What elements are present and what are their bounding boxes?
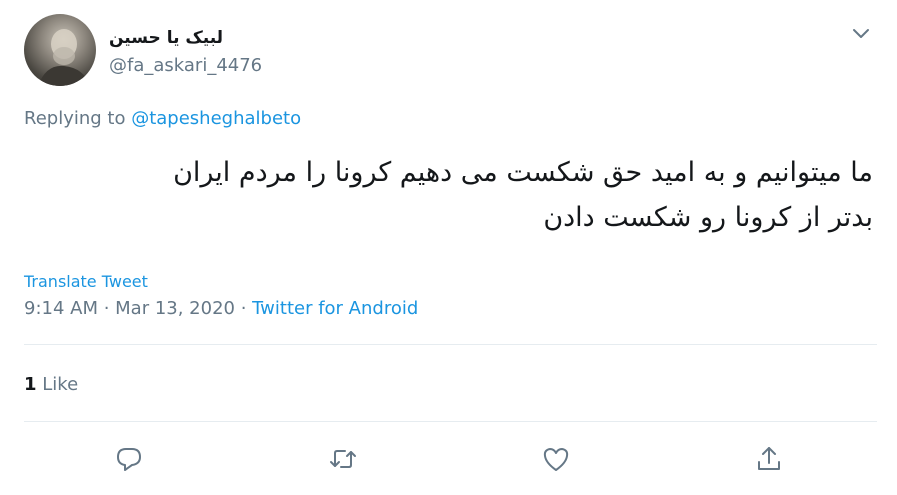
retweet-icon <box>330 450 356 468</box>
likes-count[interactable]: 1 Like <box>24 374 78 395</box>
author-display-name[interactable]: لبیک یا حسین <box>109 28 223 48</box>
divider <box>24 344 877 345</box>
author-handle[interactable]: @fa_askari_4476 <box>109 55 262 76</box>
likes-label: Like <box>42 374 79 395</box>
tweet-source-link[interactable]: Twitter for Android <box>252 298 418 319</box>
reply-icon <box>117 448 141 471</box>
replying-to: Replying to @tapesheghalbeto <box>24 108 301 129</box>
avatar-image <box>38 29 90 86</box>
retweet-button[interactable] <box>328 444 358 474</box>
tweet-timestamp[interactable]: 9:14 AM · Mar 13, 2020 · <box>24 298 252 319</box>
reply-button[interactable] <box>114 444 144 474</box>
share-button[interactable] <box>754 444 784 474</box>
tweet-text: ما میتوانیم و به امید حق شکست می دهیم کر… <box>23 150 873 240</box>
chevron-down-icon[interactable] <box>850 22 872 44</box>
share-icon <box>758 447 780 470</box>
tweet-text-line: بدتر از کرونا رو شکست دادن <box>543 202 873 233</box>
replying-to-mention[interactable]: @tapesheghalbeto <box>131 108 301 129</box>
divider <box>24 421 877 422</box>
likes-number: 1 <box>24 374 37 395</box>
like-button[interactable] <box>541 444 571 474</box>
replying-to-prefix: Replying to <box>24 108 126 129</box>
like-icon <box>543 448 569 471</box>
tweet-metadata: 9:14 AM · Mar 13, 2020 · Twitter for And… <box>24 298 418 319</box>
translate-tweet-link[interactable]: Translate Tweet <box>24 272 148 291</box>
tweet-text-line: ما میتوانیم و به امید حق شکست می دهیم کر… <box>173 157 873 188</box>
avatar[interactable] <box>24 14 96 86</box>
